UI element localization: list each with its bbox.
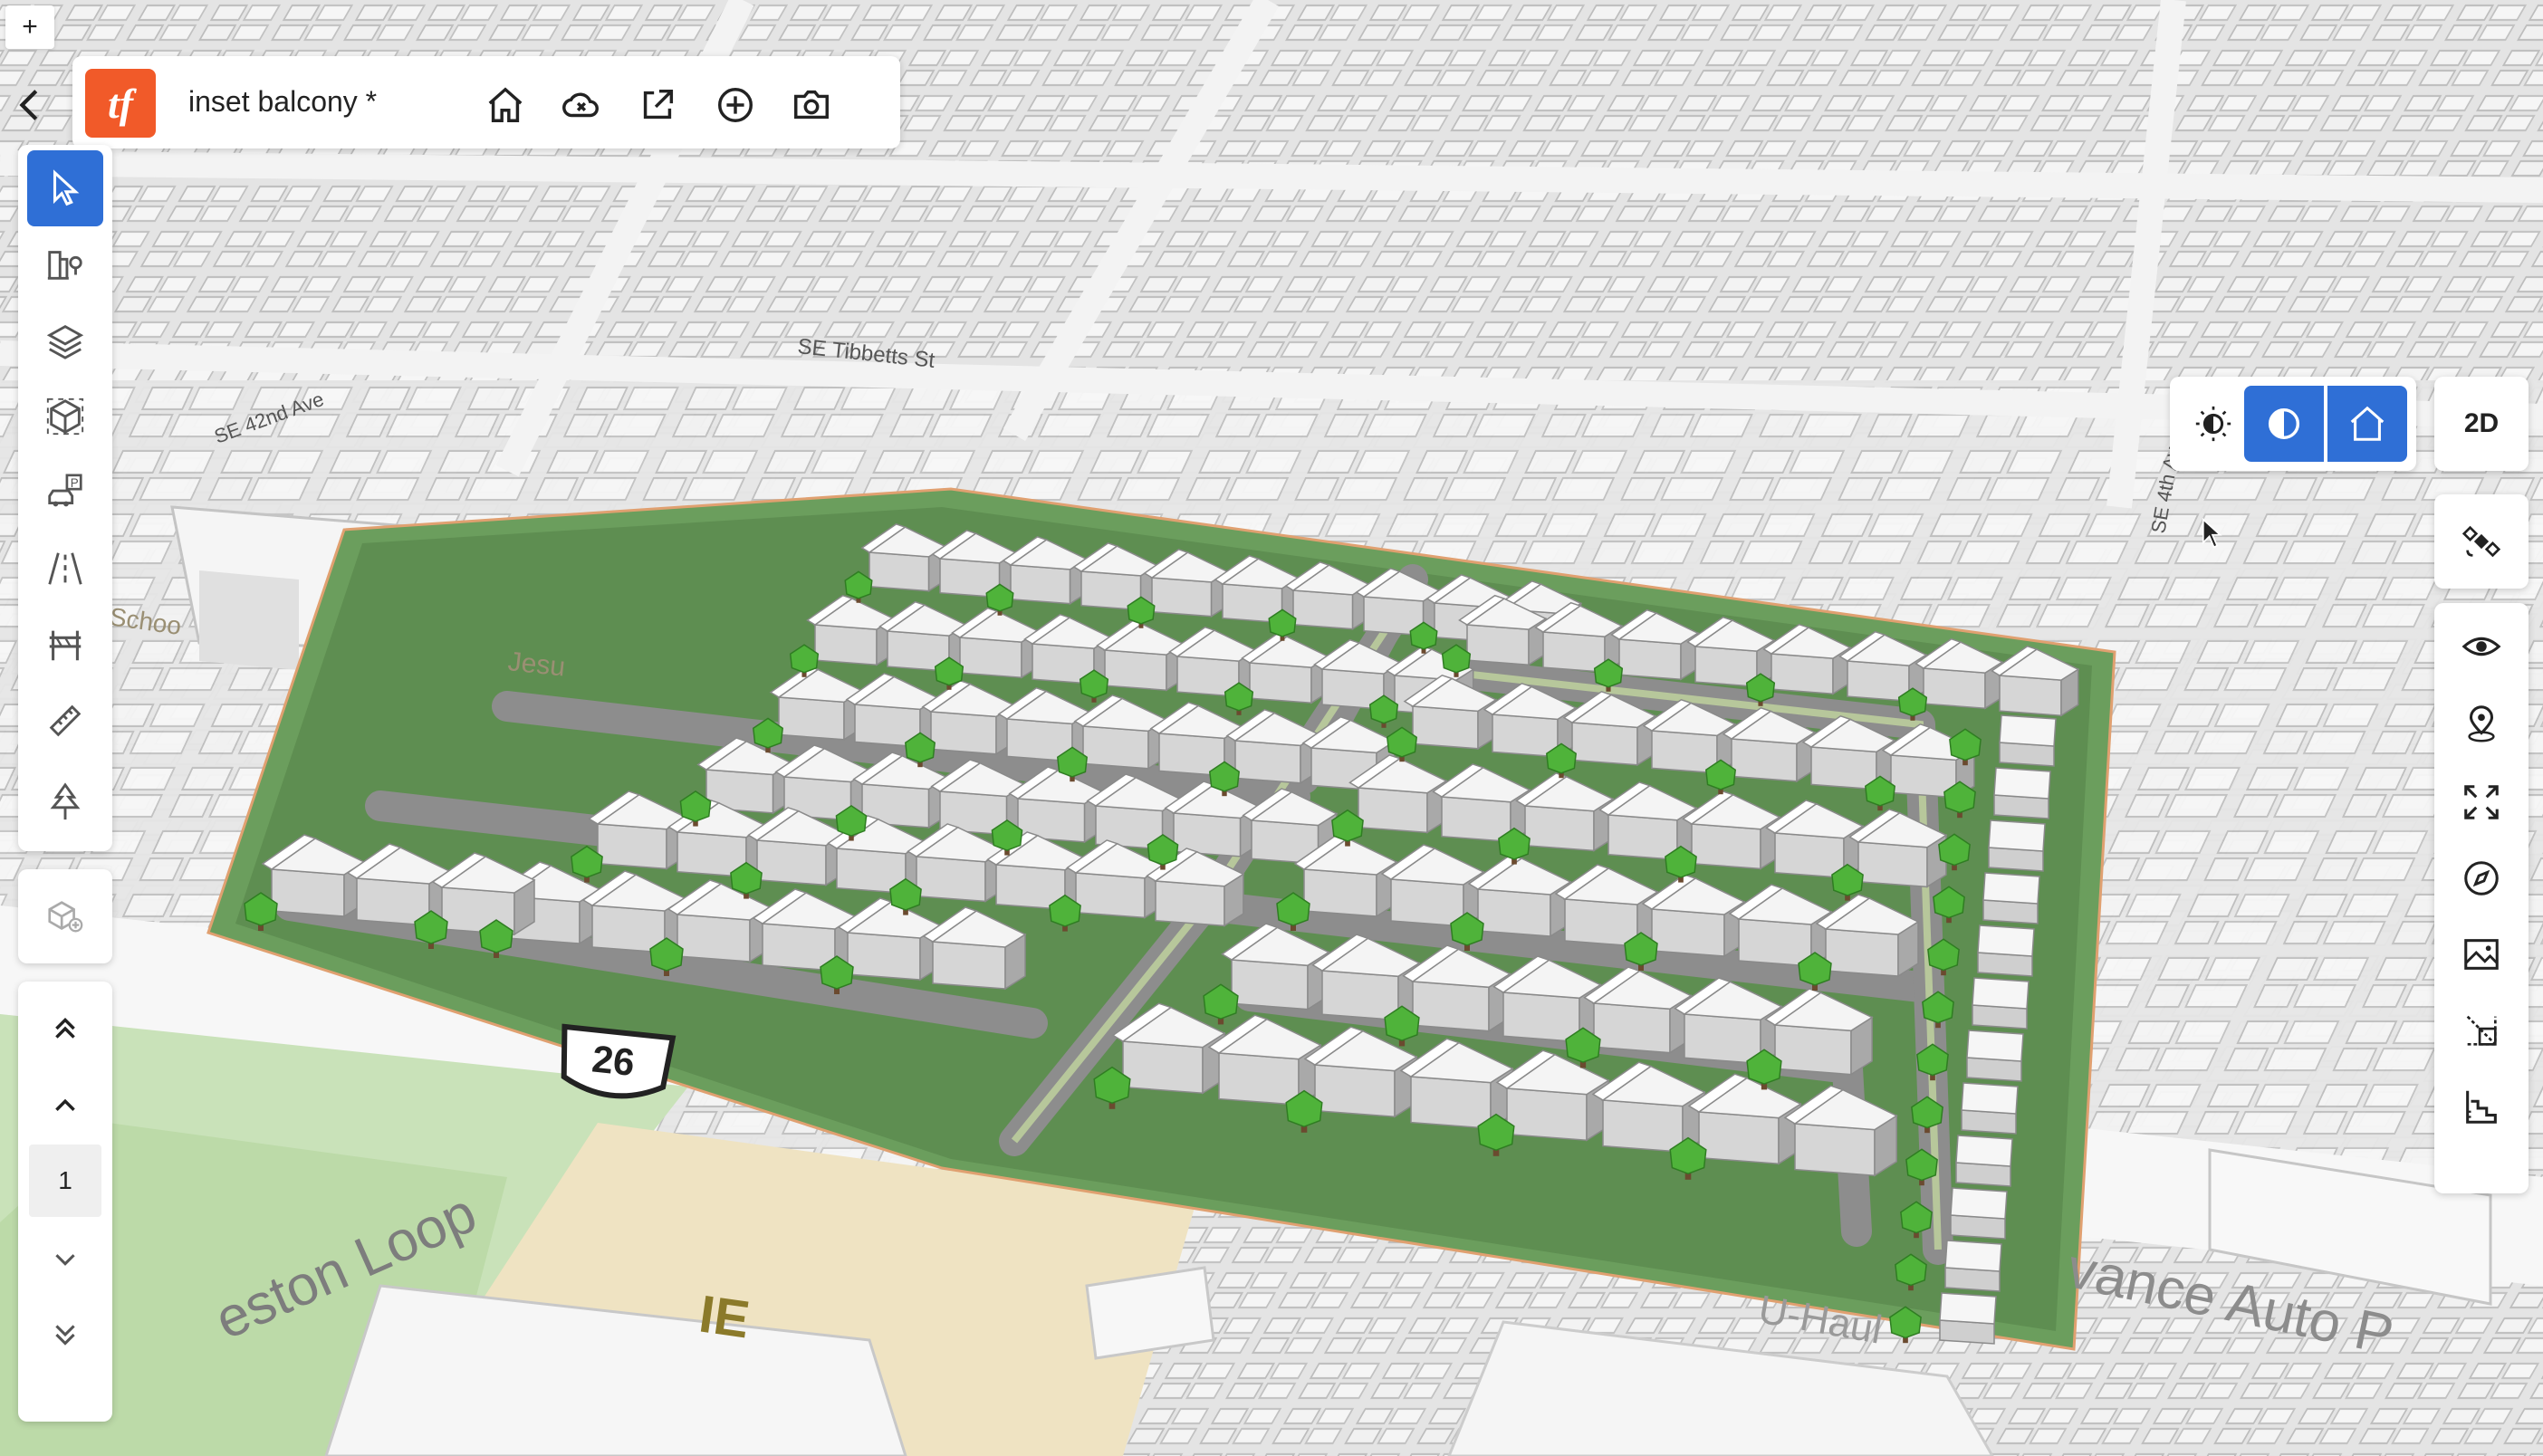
camera-icon <box>794 90 829 120</box>
townhouse-model[interactable] <box>1939 1292 1997 1345</box>
logo-text: tf <box>107 80 134 127</box>
layers-tool-button[interactable] <box>27 302 103 378</box>
floor-down-button[interactable] <box>27 1222 103 1295</box>
view-mode-toggle[interactable]: 2D <box>2443 386 2519 462</box>
corner-add-button[interactable]: + <box>5 5 54 49</box>
ruler-icon <box>49 704 82 737</box>
tree-icon <box>50 782 81 820</box>
eye-icon <box>2461 637 2501 656</box>
townhouse-model[interactable] <box>1950 1187 2008 1240</box>
tree-tool-button[interactable] <box>27 764 103 840</box>
floor-number[interactable]: 1 <box>29 1145 101 1217</box>
townhouse-model[interactable] <box>1982 872 2040 924</box>
scale-button[interactable] <box>2443 994 2519 1067</box>
visibility-button[interactable] <box>2443 610 2519 683</box>
parking-tool-button[interactable]: P <box>27 455 103 531</box>
cloud-save-button[interactable] <box>554 78 609 132</box>
chevron-left-icon <box>19 90 38 120</box>
contrast-icon <box>2268 407 2300 440</box>
stairs-icon <box>2466 1090 2497 1124</box>
screenshot-button[interactable] <box>784 78 839 132</box>
project-title[interactable]: inset balcony * <box>188 85 377 119</box>
satellite-icon <box>2461 525 2501 558</box>
contrast-button[interactable] <box>2244 386 2324 462</box>
plus-circle-icon <box>718 88 753 122</box>
sun-icon <box>2195 406 2231 442</box>
home-button[interactable] <box>478 78 533 132</box>
image-button[interactable] <box>2443 918 2519 991</box>
poi-label-ie: IE <box>696 1285 753 1350</box>
back-button[interactable] <box>5 80 56 130</box>
stairs-button[interactable] <box>2443 1070 2519 1143</box>
svg-text:26: 26 <box>590 1037 637 1084</box>
townhouse-model[interactable] <box>1993 767 2051 819</box>
floor-up-button[interactable] <box>27 1068 103 1141</box>
compass-icon <box>2464 861 2499 896</box>
cube-icon <box>46 398 84 436</box>
site-tool-button[interactable] <box>27 226 103 302</box>
mouse-cursor <box>2202 518 2222 549</box>
scale-icon <box>2466 1015 2497 1046</box>
fullscreen-icon <box>2464 785 2499 819</box>
image-icon <box>2464 939 2499 970</box>
house-view-button[interactable] <box>2327 386 2407 462</box>
townhouse-model[interactable] <box>1972 977 2030 1030</box>
chevrons-up-icon <box>55 1017 75 1039</box>
select-tool-button[interactable] <box>27 150 103 226</box>
townhouse-model[interactable] <box>1944 1240 2002 1292</box>
add-button[interactable] <box>708 78 763 132</box>
road-tool-button[interactable] <box>27 531 103 607</box>
chevron-up-icon <box>55 1098 75 1111</box>
parking-car-icon: P <box>48 474 82 507</box>
share-button[interactable] <box>630 78 685 132</box>
townhouse-model[interactable] <box>1999 714 2057 767</box>
townhouse-model[interactable] <box>1955 1135 2013 1187</box>
add-building-button[interactable] <box>27 878 103 954</box>
buildings-pin-icon <box>47 251 82 280</box>
cloud-x-icon <box>562 92 599 118</box>
cube-plus-icon <box>48 901 83 933</box>
townhouse-model[interactable] <box>1977 924 2035 977</box>
fullscreen-button[interactable] <box>2443 766 2519 838</box>
share-icon <box>643 89 674 120</box>
chevrons-down-icon <box>55 1325 75 1346</box>
house-outline-icon <box>2350 406 2385 441</box>
townhouse-model[interactable] <box>1961 1082 2019 1135</box>
app-logo[interactable]: tf <box>85 69 156 138</box>
location-button[interactable] <box>2443 688 2519 761</box>
location-pin-icon <box>2468 705 2495 742</box>
chevron-down-icon <box>55 1254 75 1266</box>
compass-button[interactable] <box>2443 842 2519 915</box>
floor-top-button[interactable] <box>27 992 103 1065</box>
sun-button[interactable] <box>2177 386 2250 462</box>
floor-bottom-button[interactable] <box>27 1298 103 1371</box>
townhouse-model[interactable] <box>1988 819 2046 872</box>
barrier-tool-button[interactable] <box>27 607 103 683</box>
layers-icon <box>46 325 84 359</box>
cursor-icon <box>53 169 80 206</box>
home-icon <box>488 87 523 122</box>
map-canvas[interactable]: SE Tibbetts St SE 42nd Ave SE 4th Ave Sc… <box>0 0 2543 1456</box>
svg-text:P: P <box>71 476 79 490</box>
road-icon <box>48 552 82 585</box>
townhouse-model[interactable] <box>1966 1030 2024 1082</box>
poi-label-jesuit: Jesu <box>506 647 566 682</box>
satellite-button[interactable] <box>2443 503 2519 580</box>
barrier-icon <box>49 630 82 661</box>
box-tool-button[interactable] <box>27 378 103 455</box>
measure-tool-button[interactable] <box>27 683 103 759</box>
